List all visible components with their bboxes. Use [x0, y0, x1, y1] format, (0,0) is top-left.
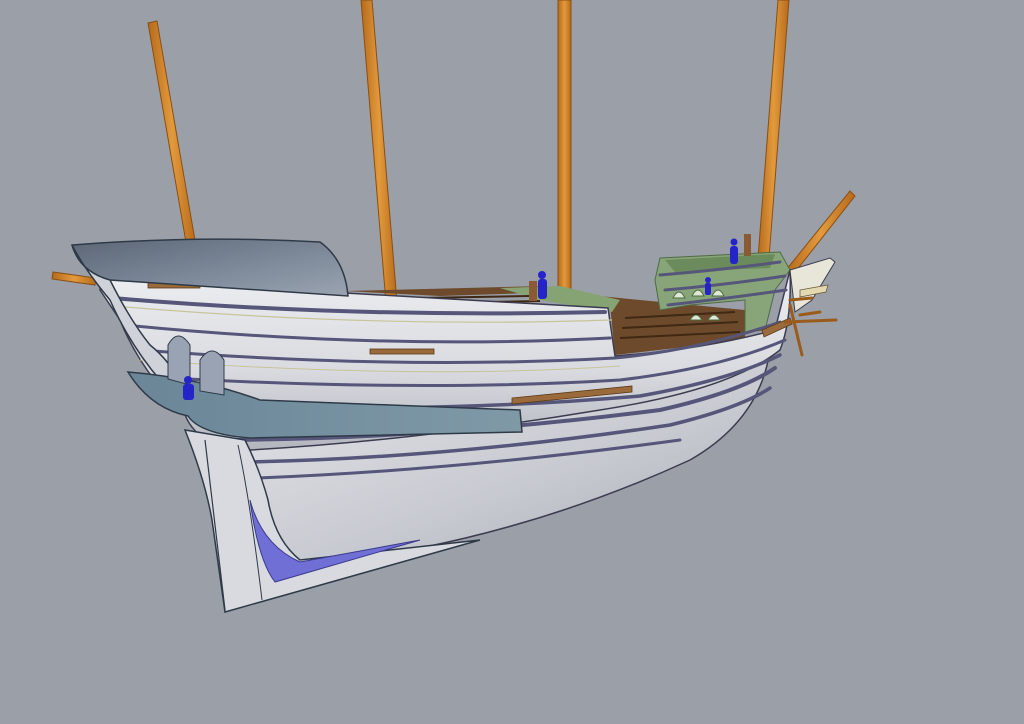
forecastle-figure	[705, 277, 711, 295]
3d-viewport[interactable]	[0, 0, 1024, 724]
main-aft-mast	[360, 0, 398, 304]
mizzen-mast	[147, 20, 197, 249]
bow-figure	[730, 238, 738, 264]
bow-head	[783, 257, 838, 357]
deck-figure	[538, 271, 547, 299]
bow-rails	[783, 296, 838, 357]
main-mast	[557, 0, 572, 301]
deck-post	[529, 281, 537, 301]
fore-mast	[757, 0, 790, 259]
ship-model-render	[51, 0, 856, 613]
bow-post	[744, 234, 751, 256]
